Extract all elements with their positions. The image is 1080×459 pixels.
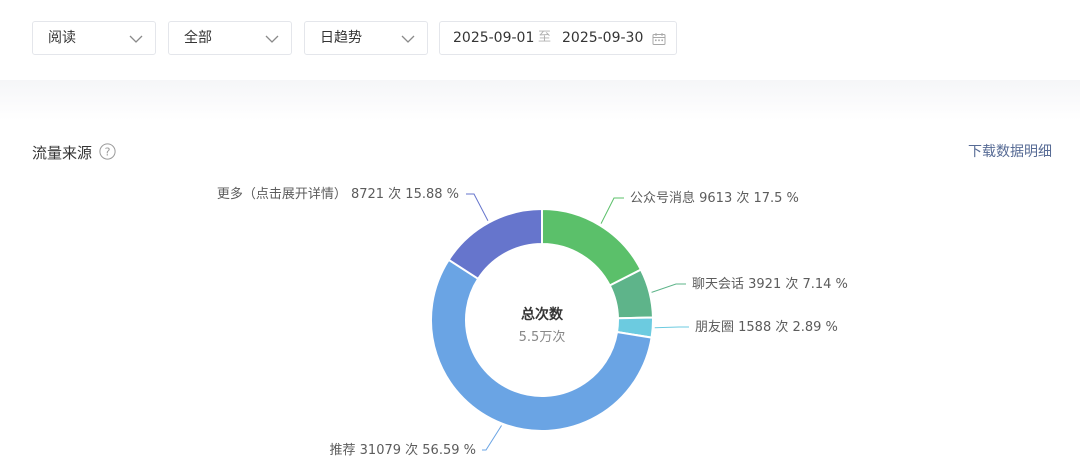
donut-center-value: 5.5万次: [519, 329, 566, 345]
donut-slice[interactable]: [541, 207, 643, 287]
slice-label[interactable]: 更多（点击展开详情） 8721 次 15.88 %: [217, 186, 459, 202]
leader-line: [651, 283, 686, 293]
leader-line: [600, 197, 624, 224]
leader-line: [654, 326, 689, 329]
donut-center-title: 总次数: [521, 306, 564, 323]
leader-line: [466, 193, 489, 222]
slice-label: 朋友圈 1588 次 2.89 %: [695, 319, 838, 335]
slice-label: 公众号消息 9613 次 17.5 %: [630, 190, 799, 206]
slice-label: 聊天会话 3921 次 7.14 %: [692, 276, 848, 292]
leader-line: [482, 425, 502, 451]
traffic-source-donut-chart: 公众号消息 9613 次 17.5 % 聊天会话 3921 次 7.14 % 朋友圈…: [217, 186, 848, 458]
donut-slice[interactable]: [447, 207, 543, 281]
slice-label: 推荐 31079 次 56.59 %: [330, 442, 476, 458]
